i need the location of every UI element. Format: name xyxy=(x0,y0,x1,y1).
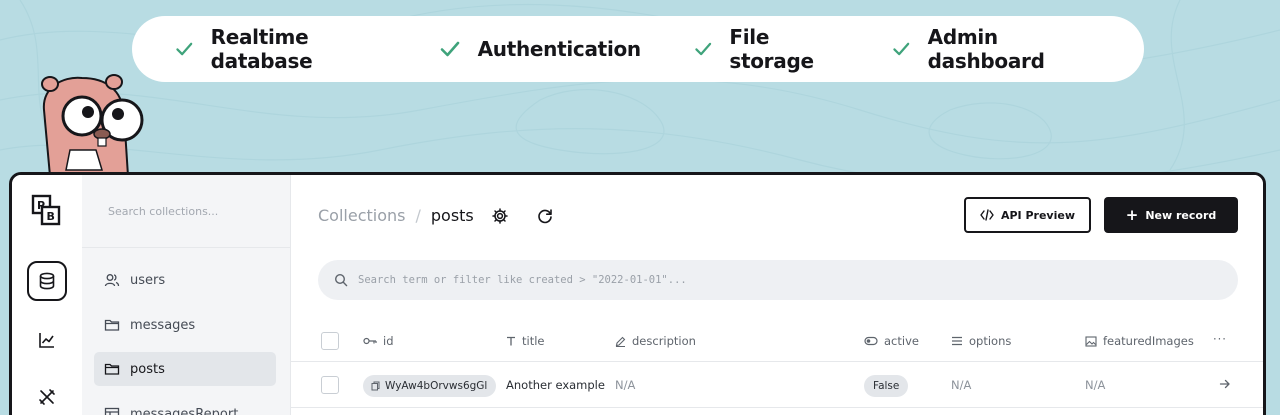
cell-options: N/A xyxy=(951,378,972,392)
table-row[interactable]: WyAw4bOrvws6gGl Another example N/A Fals… xyxy=(291,362,1263,408)
pocketbase-logo[interactable]: P B xyxy=(29,193,63,227)
sidebar-item-label: users xyxy=(130,272,166,288)
record-id-chip[interactable]: WyAw4bOrvws6gGl xyxy=(363,375,497,397)
sidebar-item-label: messagesReport xyxy=(130,406,239,415)
more-columns-button[interactable]: ··· xyxy=(1213,332,1227,346)
tools-icon xyxy=(39,389,55,405)
sidebar-item-label: posts xyxy=(130,361,165,377)
breadcrumb: Collections / posts xyxy=(318,206,474,225)
feature-authentication: Authentication xyxy=(438,37,641,61)
copy-icon xyxy=(371,381,380,391)
feature-label: Realtime database xyxy=(210,25,313,73)
database-icon xyxy=(39,272,55,290)
feature-admin-dashboard: Admin dashboard xyxy=(891,25,1094,73)
column-header-title[interactable]: title xyxy=(506,334,544,348)
features-banner: Realtime database Authentication File st… xyxy=(132,16,1144,82)
collections-sidebar: Search collections... users messages pos… xyxy=(82,175,291,415)
check-icon xyxy=(176,42,193,56)
chart-icon xyxy=(39,333,54,348)
text-icon xyxy=(507,336,515,346)
collections-search-input[interactable]: Search collections... xyxy=(108,205,218,218)
check-icon xyxy=(695,42,712,56)
feature-label: Admin dashboard xyxy=(927,25,1045,73)
cell-featured-images: N/A xyxy=(1085,378,1106,392)
column-label: active xyxy=(884,334,919,348)
image-icon xyxy=(1085,335,1097,347)
column-header-featuredimages[interactable]: featuredImages xyxy=(1085,334,1194,348)
column-label: featuredImages xyxy=(1103,334,1194,348)
gopher-mascot-illustration xyxy=(41,74,144,176)
column-label: options xyxy=(969,334,1012,348)
svg-text:B: B xyxy=(47,210,55,223)
folder-icon xyxy=(104,319,120,331)
feature-realtime-database: Realtime database xyxy=(174,25,388,73)
plus-icon: + xyxy=(1125,206,1139,224)
search-icon xyxy=(334,273,348,287)
sidebar-item-users[interactable]: users xyxy=(94,263,276,297)
column-label: description xyxy=(632,334,696,348)
sidebar-item-posts[interactable]: posts xyxy=(94,352,276,386)
feature-file-storage: File storage xyxy=(693,25,841,73)
main-panel: Collections / posts API Preview + New re… xyxy=(291,175,1263,415)
folder-icon xyxy=(104,363,120,375)
breadcrumb-current: posts xyxy=(430,206,474,225)
logo-icon: P B xyxy=(31,194,61,226)
breadcrumb-separator: / xyxy=(415,206,421,225)
column-header-options[interactable]: options xyxy=(951,334,1011,348)
users-icon xyxy=(104,274,120,287)
feature-label: Authentication xyxy=(477,37,642,61)
settings-rail-button[interactable] xyxy=(27,377,67,415)
api-preview-button[interactable]: API Preview xyxy=(964,197,1091,233)
column-header-description[interactable]: description xyxy=(615,334,696,348)
app-window: P B Search collections... users messages… xyxy=(9,172,1266,415)
sidebar-item-label: messages xyxy=(130,317,196,333)
check-icon xyxy=(440,41,459,57)
records-search-bar[interactable] xyxy=(318,260,1238,300)
cell-active-badge: False xyxy=(864,375,909,397)
column-label: id xyxy=(383,334,394,348)
cell-description: N/A xyxy=(615,378,636,392)
new-record-button[interactable]: + New record xyxy=(1104,197,1238,233)
column-header-id[interactable]: id xyxy=(363,334,394,348)
breadcrumb-collections[interactable]: Collections xyxy=(318,206,405,225)
record-id: WyAw4bOrvws6gGl xyxy=(385,380,488,392)
gear-icon[interactable] xyxy=(491,207,509,225)
new-record-label: New record xyxy=(1145,208,1217,222)
select-all-checkbox[interactable] xyxy=(321,332,339,350)
edit-icon xyxy=(615,336,626,347)
column-label: title xyxy=(522,334,545,348)
table-header: id title description active options feat… xyxy=(291,320,1263,362)
collections-rail-button[interactable] xyxy=(27,261,67,301)
refresh-icon[interactable] xyxy=(536,207,554,225)
column-header-active[interactable]: active xyxy=(864,334,919,348)
arrow-right-icon[interactable] xyxy=(1219,378,1231,390)
code-icon xyxy=(980,209,994,221)
sidebar-divider xyxy=(82,247,290,248)
list-icon xyxy=(952,336,962,346)
cell-title: Another example xyxy=(506,378,605,392)
sidebar-item-messages[interactable]: messages xyxy=(94,308,276,342)
key-icon xyxy=(363,337,377,345)
api-preview-label: API Preview xyxy=(1000,208,1075,222)
check-icon xyxy=(893,42,910,56)
records-search-input[interactable] xyxy=(358,274,1218,286)
logs-rail-button[interactable] xyxy=(27,320,67,360)
feature-label: File storage xyxy=(729,25,814,73)
table-icon xyxy=(104,407,120,415)
sidebar-item-messagesreport[interactable]: messagesReport xyxy=(94,397,276,415)
svg-text:P: P xyxy=(37,199,45,212)
row-checkbox[interactable] xyxy=(321,376,339,394)
toggle-icon xyxy=(864,336,878,346)
icon-rail: P B xyxy=(12,175,82,415)
